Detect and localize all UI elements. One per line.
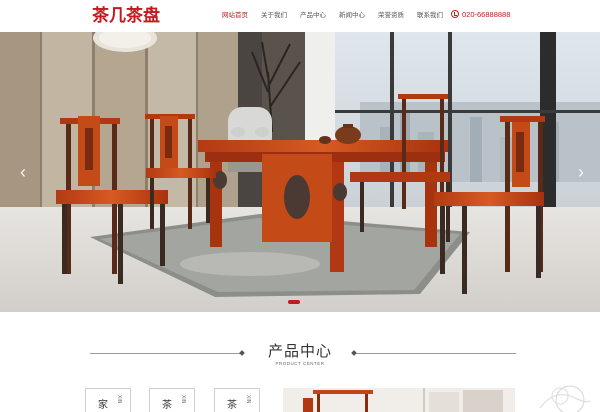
category-sublabel: XIN <box>116 395 122 404</box>
slider-dots <box>0 300 600 306</box>
decorative-pattern <box>539 385 590 412</box>
category-sublabel: XIN <box>180 395 186 404</box>
category-sublabel: XIN <box>245 395 251 404</box>
title-divider-tick-left <box>239 350 245 356</box>
nav-item-about[interactable]: 关于我们 <box>261 11 287 21</box>
nav-item-products[interactable]: 产品中心 <box>300 11 326 21</box>
category-label: 茶 <box>162 400 172 411</box>
chevron-left-icon[interactable]: ‹ <box>16 162 30 182</box>
title-divider-left <box>90 353 240 354</box>
nav-item-honors[interactable]: 荣誉资质 <box>378 11 404 21</box>
title-divider-right <box>356 353 516 354</box>
nav-item-contact[interactable]: 联系我们 <box>417 11 443 21</box>
chevron-right-icon[interactable]: › <box>574 162 588 182</box>
hero-banner[interactable]: ‹ › <box>0 32 600 312</box>
category-tab-1[interactable]: 家 XIN <box>85 388 131 412</box>
product-section-header: 产品中心 PRODUCT CENTER <box>0 340 600 370</box>
banner-image <box>0 32 600 312</box>
slider-dot-active[interactable] <box>288 300 300 304</box>
phone-number: 020-66888888 <box>462 10 511 19</box>
phone-icon <box>451 10 459 18</box>
category-tab-3[interactable]: 茶 XIN <box>214 388 260 412</box>
nav-item-news[interactable]: 新闻中心 <box>339 11 365 21</box>
site-logo[interactable]: 茶几茶盘 <box>92 6 160 26</box>
section-subtitle: PRODUCT CENTER <box>275 361 325 366</box>
site-header: 茶几茶盘 网站首页 关于我们 产品中心 新闻中心 荣誉资质 联系我们 020-6… <box>0 0 600 32</box>
section-title: 产品中心 <box>267 342 332 360</box>
category-label: 家 <box>98 400 108 411</box>
nav-item-home[interactable]: 网站首页 <box>222 11 248 21</box>
category-label: 茶 <box>227 400 237 411</box>
product-thumbnail <box>283 388 515 412</box>
category-tab-2[interactable]: 茶 XIN <box>149 388 195 412</box>
featured-product-image[interactable] <box>283 388 515 412</box>
